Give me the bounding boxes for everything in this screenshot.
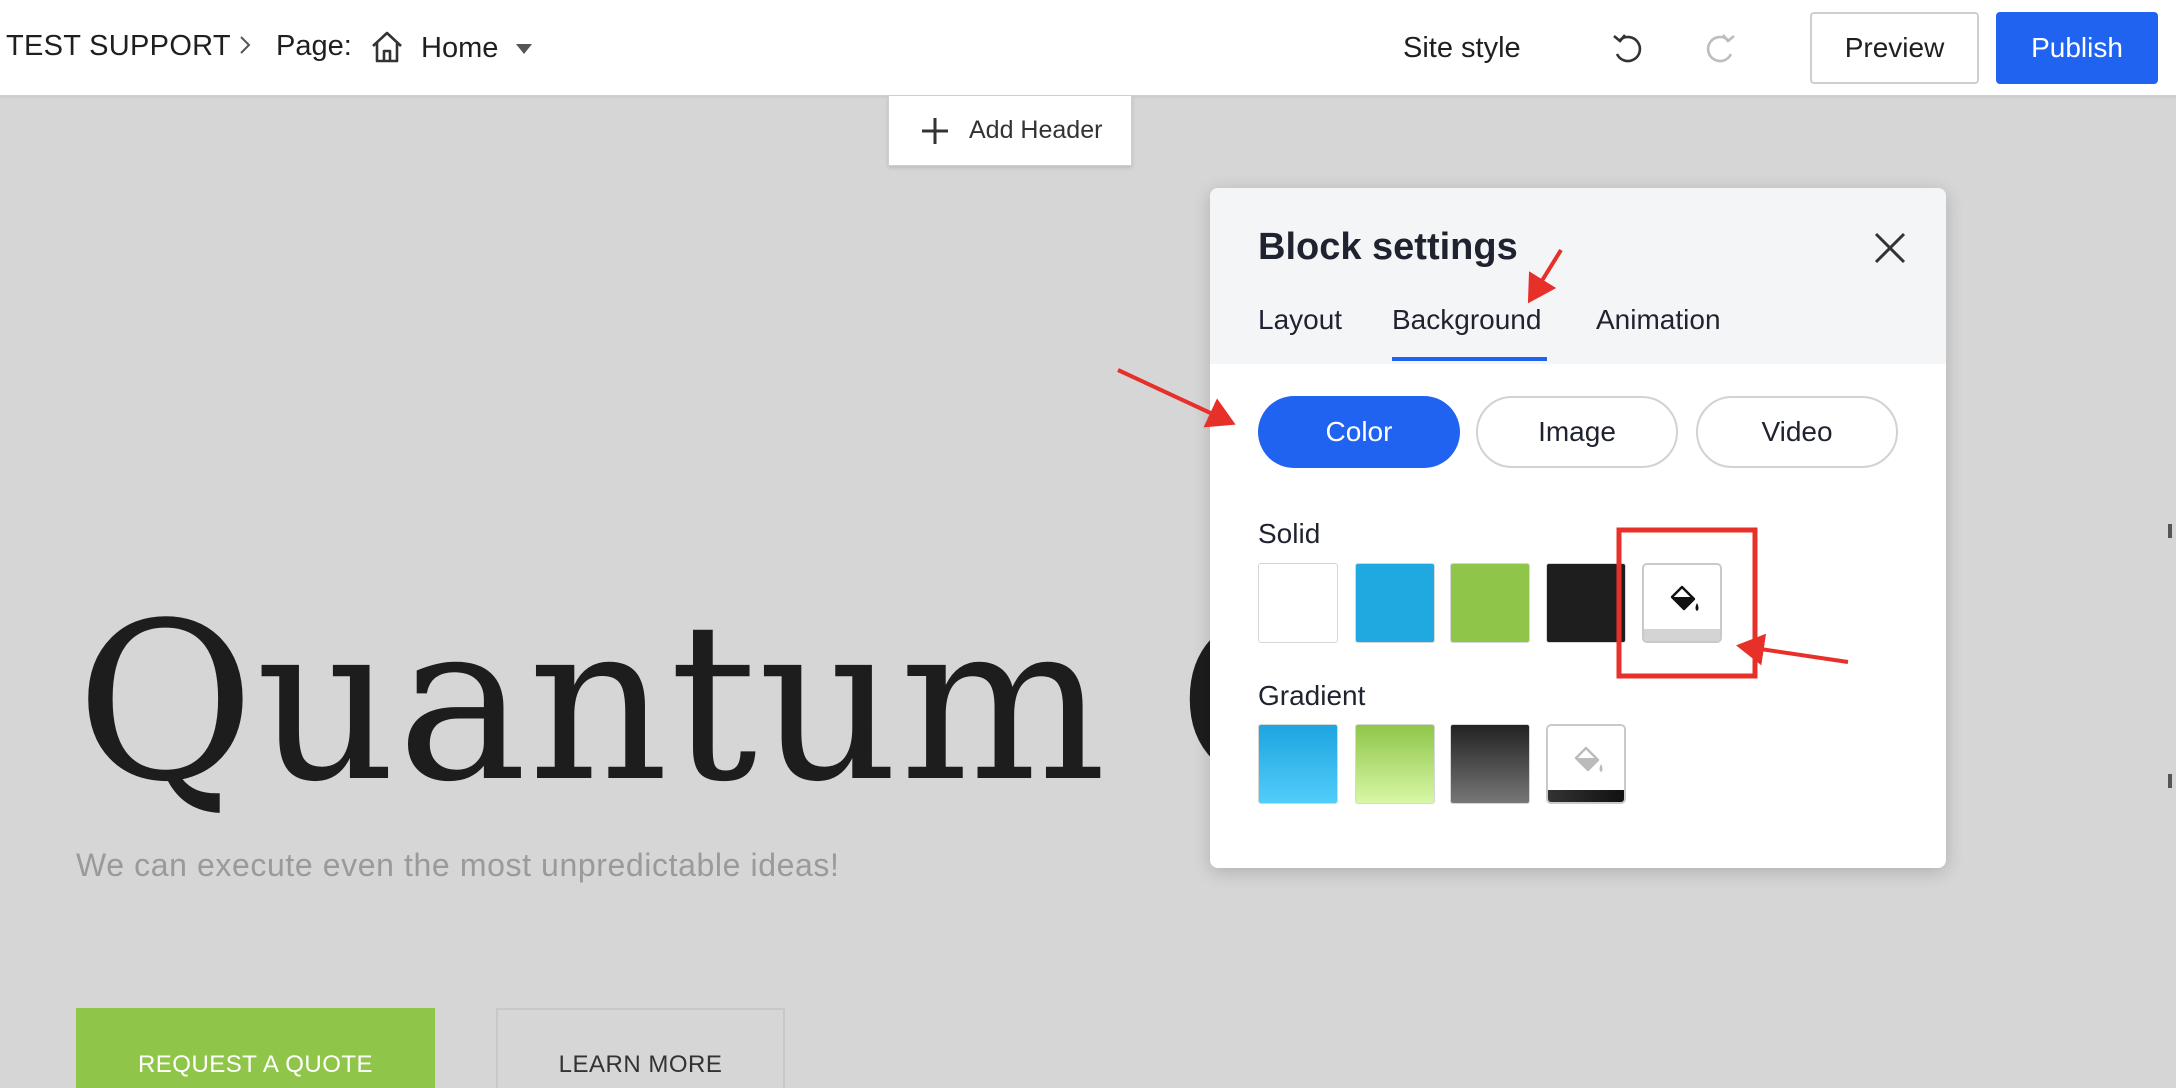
panel-title: Block settings: [1258, 226, 1518, 268]
background-type-video[interactable]: Video: [1696, 396, 1898, 468]
block-settings-panel: Block settings Layout Background Animati…: [1210, 188, 1946, 868]
paint-bucket-icon: [1574, 746, 1603, 772]
canvas-edge-marker: [2168, 524, 2172, 538]
paint-bucket-icon: [1670, 585, 1699, 611]
page-label: Page:: [276, 30, 352, 62]
active-tab-indicator: [1392, 357, 1547, 361]
site-style-button[interactable]: Site style: [1403, 32, 1521, 65]
solid-swatch-black[interactable]: [1546, 563, 1626, 643]
canvas-edge-marker: [2168, 774, 2172, 788]
page-selector[interactable]: Home: [421, 32, 498, 65]
caret-down-icon[interactable]: [514, 42, 534, 56]
add-header-button[interactable]: Add Header: [888, 96, 1132, 166]
preview-button[interactable]: Preview: [1810, 12, 1979, 84]
gradient-swatch-green[interactable]: [1355, 724, 1435, 804]
gradient-section-label: Gradient: [1258, 680, 1366, 711]
home-icon: [372, 31, 402, 63]
hero-subtitle[interactable]: We can execute even the most unpredictab…: [76, 847, 839, 884]
panel-header: Block settings Layout Background Animati…: [1210, 188, 1946, 364]
gradient-swatch-blue[interactable]: [1258, 724, 1338, 804]
current-color-bar: [1644, 629, 1720, 641]
solid-swatch-white[interactable]: [1258, 563, 1338, 643]
solid-swatch-green[interactable]: [1450, 563, 1530, 643]
learn-more-button[interactable]: LEARN MORE: [496, 1008, 785, 1088]
breadcrumb-site-name[interactable]: TEST SUPPORT: [6, 30, 231, 63]
solid-custom-color-picker[interactable]: [1642, 563, 1722, 643]
tab-background[interactable]: Background: [1392, 304, 1541, 336]
close-icon[interactable]: [1870, 228, 1910, 268]
plus-icon: [922, 117, 948, 144]
solid-swatch-blue[interactable]: [1355, 563, 1435, 643]
undo-icon[interactable]: [1608, 30, 1646, 68]
gradient-swatch-black[interactable]: [1450, 724, 1530, 804]
publish-button[interactable]: Publish: [1996, 12, 2158, 84]
request-quote-button[interactable]: REQUEST A QUOTE: [76, 1008, 435, 1088]
tab-animation[interactable]: Animation: [1596, 304, 1721, 336]
background-type-image[interactable]: Image: [1476, 396, 1678, 468]
tab-layout[interactable]: Layout: [1258, 304, 1342, 336]
solid-section-label: Solid: [1258, 518, 1321, 549]
chevron-right-icon: [240, 36, 251, 54]
add-header-label: Add Header: [969, 116, 1103, 144]
gradient-custom-picker[interactable]: [1546, 724, 1626, 804]
redo-icon[interactable]: [1702, 30, 1740, 68]
background-type-color[interactable]: Color: [1258, 396, 1460, 468]
top-toolbar: TEST SUPPORT Page: Home Site style Previ…: [0, 0, 2176, 96]
current-gradient-bar: [1548, 790, 1624, 802]
